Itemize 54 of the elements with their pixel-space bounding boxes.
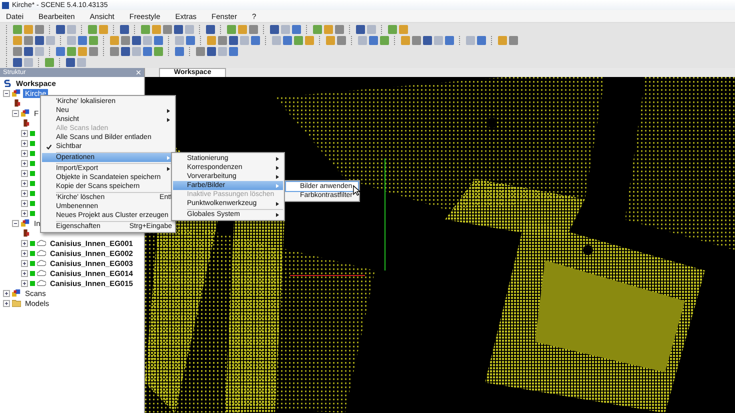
cluster-icon (21, 109, 30, 117)
expander-icon[interactable] (21, 210, 28, 216)
marker-icon (21, 119, 30, 127)
workspace-logo-icon (3, 79, 12, 87)
cluster-icon (21, 219, 30, 227)
expander-icon[interactable] (3, 290, 10, 296)
submenu-arrow-icon (167, 108, 170, 112)
app-logo-icon (2, 2, 9, 8)
submenu-arrow-icon (276, 156, 279, 160)
expander-icon[interactable] (12, 220, 19, 226)
expander-icon[interactable] (21, 240, 28, 246)
cluster-icon (12, 89, 21, 97)
status-square-icon (30, 160, 35, 166)
expander-icon[interactable] (3, 90, 10, 96)
expander-icon[interactable] (21, 170, 28, 176)
marker-icon (21, 229, 30, 237)
expander-icon[interactable] (21, 260, 28, 266)
status-square-icon (30, 130, 35, 136)
expander-icon[interactable] (21, 140, 28, 146)
expander-icon[interactable] (21, 130, 28, 136)
close-icon[interactable] (136, 70, 141, 75)
expander-icon[interactable] (12, 110, 19, 116)
submenu-arrow-icon (276, 212, 279, 216)
cluster-icon (12, 289, 21, 297)
status-square-icon (30, 200, 35, 206)
status-square-icon (30, 190, 35, 196)
status-square-icon (30, 150, 35, 156)
expander-icon[interactable] (21, 180, 28, 186)
status-square-icon (30, 260, 35, 266)
scan-position-mark (487, 118, 497, 128)
status-square-icon (30, 140, 35, 146)
submenu-arrow-icon (276, 184, 279, 188)
expander-icon[interactable] (21, 200, 28, 206)
expander-icon[interactable] (21, 190, 28, 196)
marker-icon (12, 99, 21, 107)
expander-icon[interactable] (21, 270, 28, 276)
scan-position-mark (583, 245, 593, 256)
checkmark-icon (46, 144, 52, 150)
status-square-icon (30, 270, 35, 276)
expander-icon[interactable] (3, 300, 10, 306)
status-square-icon (30, 250, 35, 256)
submenu-arrow-icon (276, 202, 279, 206)
expander-icon[interactable] (21, 150, 28, 156)
folder-icon (12, 299, 21, 307)
submenu-arrow-icon (276, 166, 279, 170)
submenu-arrow-icon (167, 118, 170, 122)
status-square-icon (30, 180, 35, 186)
status-square-icon (30, 280, 35, 286)
status-square-icon (30, 240, 35, 246)
status-square-icon (30, 210, 35, 216)
status-square-icon (30, 170, 35, 176)
expander-icon[interactable] (21, 280, 28, 286)
expander-icon[interactable] (21, 250, 28, 256)
expander-icon[interactable] (21, 160, 28, 166)
